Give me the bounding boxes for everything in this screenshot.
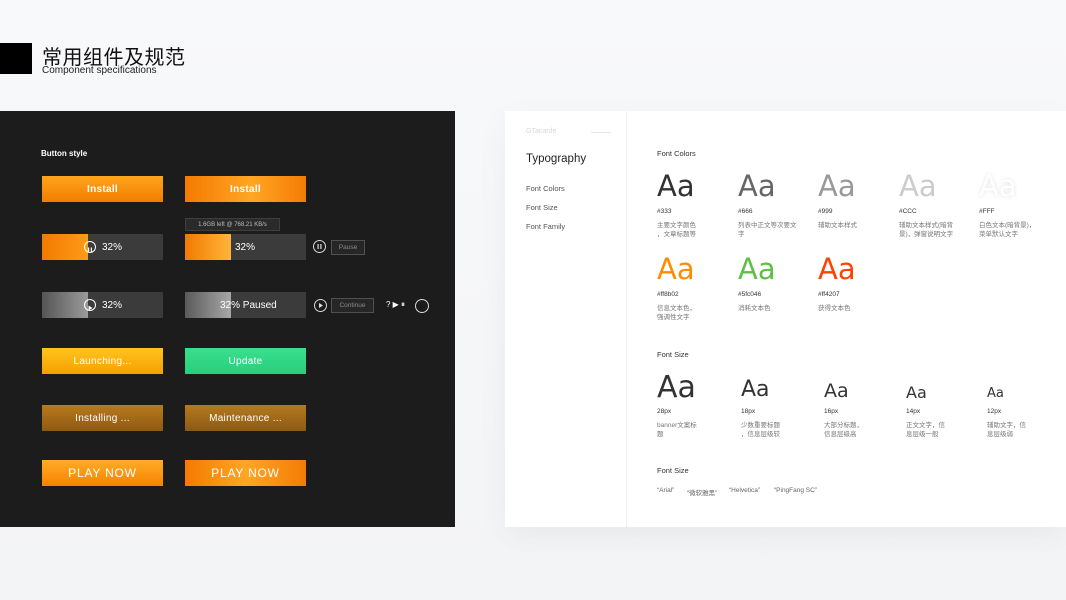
launching-button[interactable]: Launching...: [42, 348, 163, 374]
sidebar-title: Typography: [526, 153, 587, 165]
pause-icon[interactable]: [84, 241, 96, 253]
color-sample-999: Aa: [818, 169, 856, 203]
size-value: 12px: [987, 408, 1002, 415]
color-desc: 主要文字颜色 ，文章标题等: [657, 222, 696, 239]
loading-icon: [415, 299, 429, 313]
divider: [591, 132, 611, 133]
sidebar-item-font-size[interactable]: Font Size: [526, 203, 558, 212]
color-sample-green: Aa: [738, 252, 776, 286]
progress-label: 32% Paused: [220, 299, 277, 311]
size-sample-28: Aa: [657, 370, 696, 405]
font-family-item: “PingFang SC”: [774, 487, 817, 494]
color-desc: 辅助文本样式: [818, 222, 857, 229]
color-sample-red: Aa: [818, 252, 856, 286]
progress-label: 32%: [102, 299, 123, 311]
download-progress[interactable]: 32%: [42, 234, 163, 260]
color-code: #ff4207: [818, 291, 840, 298]
continue-button[interactable]: Continue: [331, 298, 374, 313]
size-sample-18: Aa: [741, 377, 770, 402]
color-code: #FFF: [979, 208, 995, 215]
progress-label: 32%: [102, 241, 123, 253]
font-size-heading: Font Size: [657, 350, 689, 359]
brand-label: GTacarde: [526, 128, 557, 135]
download-progress-hover[interactable]: 32%: [185, 234, 306, 260]
font-family-item: “微软雅黑”: [687, 490, 718, 497]
font-family-heading: Font Size: [657, 466, 689, 475]
typography-sidebar: GTacarde Typography Font Colors Font Siz…: [505, 111, 627, 527]
size-sample-16: Aa: [824, 380, 849, 402]
size-sample-12: Aa: [987, 386, 1004, 401]
font-family-item: “Helvetica”: [729, 487, 761, 494]
size-desc: 少数重要标题 ，信息层级较: [741, 422, 780, 439]
color-sample-orange: Aa: [657, 252, 695, 286]
download-speed-tooltip: 1.6GB left @ 768.21 KB/s: [185, 218, 280, 231]
font-colors-heading: Font Colors: [657, 149, 696, 158]
color-code: #CCC: [899, 208, 917, 215]
color-desc: 消耗文本色: [738, 305, 771, 312]
install-button-hover[interactable]: Install: [185, 176, 306, 202]
install-button[interactable]: Install: [42, 176, 163, 202]
progress-fill: [185, 234, 231, 260]
color-desc: 信息文本色， 强调性文字: [657, 305, 696, 322]
play-now-button-hover[interactable]: PLAY NOW: [185, 460, 306, 486]
icon-legend: ? ▶ ⏸: [386, 300, 406, 309]
size-value: 14px: [906, 408, 921, 415]
pause-button[interactable]: Pause: [331, 240, 365, 255]
play-now-button[interactable]: PLAY NOW: [42, 460, 163, 486]
paused-progress-hover[interactable]: 32% Paused: [185, 292, 306, 318]
size-desc: 正文文字，信 息层级一般: [906, 422, 945, 439]
color-sample-666: Aa: [738, 169, 776, 203]
maintenance-button[interactable]: Maintenance ...: [185, 405, 306, 431]
color-desc: 白色文本(暗背景)， 菜单默认文字: [979, 222, 1036, 239]
button-style-panel: Button style Install Install 1.6GB left …: [0, 111, 455, 527]
progress-fill: [42, 234, 88, 260]
color-desc: 获得文本色: [818, 305, 851, 312]
color-sample-333: Aa: [657, 169, 695, 203]
header-square: [0, 43, 32, 74]
play-icon[interactable]: [84, 299, 96, 311]
size-desc: 辅助文字，信 息层级弱: [987, 422, 1026, 439]
typography-panel: GTacarde Typography Font Colors Font Siz…: [505, 111, 1066, 527]
color-code: #666: [738, 208, 753, 215]
size-desc: banner文案标题: [657, 422, 697, 439]
progress-label: 32%: [235, 241, 256, 253]
color-code: #999: [818, 208, 833, 215]
pause-icon[interactable]: [313, 240, 326, 253]
font-family-item: “Arial”: [657, 487, 675, 494]
sidebar-item-font-family[interactable]: Font Family: [526, 222, 565, 231]
size-sample-14: Aa: [906, 383, 927, 402]
sidebar-item-font-colors[interactable]: Font Colors: [526, 184, 565, 193]
page-subtitle: Component specifications: [42, 65, 157, 76]
installing-button[interactable]: Installing ...: [42, 405, 163, 431]
progress-fill: [42, 292, 88, 318]
color-code: #ff8b02: [657, 291, 679, 298]
color-desc: 列表中正文等次要文字: [738, 222, 797, 239]
color-code: #5fc046: [738, 291, 762, 298]
size-desc: 大部分标题， 信息层级高: [824, 422, 863, 439]
size-value: 28px: [657, 408, 672, 415]
panel-title: Button style: [41, 149, 88, 158]
size-value: 16px: [824, 408, 839, 415]
color-desc: 辅助文本样式(暗背 景)，弹窗说明文字: [899, 222, 954, 239]
color-sample-ccc: Aa: [899, 169, 937, 203]
color-code: #333: [657, 208, 672, 215]
paused-progress[interactable]: 32%: [42, 292, 163, 318]
play-icon[interactable]: [314, 299, 327, 312]
color-sample-fff: Aa: [979, 169, 1017, 203]
update-button[interactable]: Update: [185, 348, 306, 374]
size-value: 18px: [741, 408, 756, 415]
